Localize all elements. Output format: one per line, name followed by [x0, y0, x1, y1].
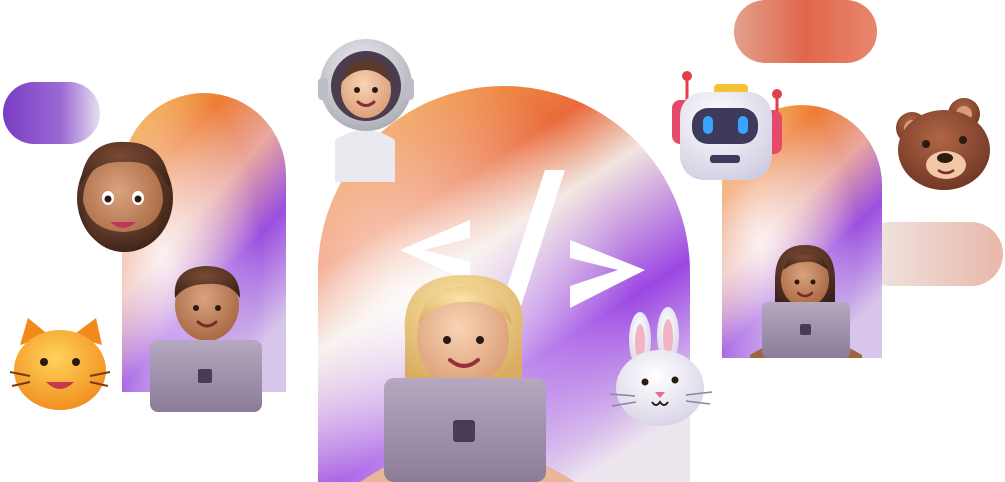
bear-face-emoji-icon: [896, 98, 990, 190]
decor-pill-orange: [734, 0, 877, 63]
illustration-canvas: [3, 0, 1003, 482]
bearded-man-emoji-icon: [77, 141, 173, 252]
cat-face-emoji-icon: [9, 318, 111, 410]
hero-illustration: [0, 0, 1005, 482]
robot-emoji-icon: [672, 71, 782, 180]
decor-pill-purple: [3, 82, 100, 144]
